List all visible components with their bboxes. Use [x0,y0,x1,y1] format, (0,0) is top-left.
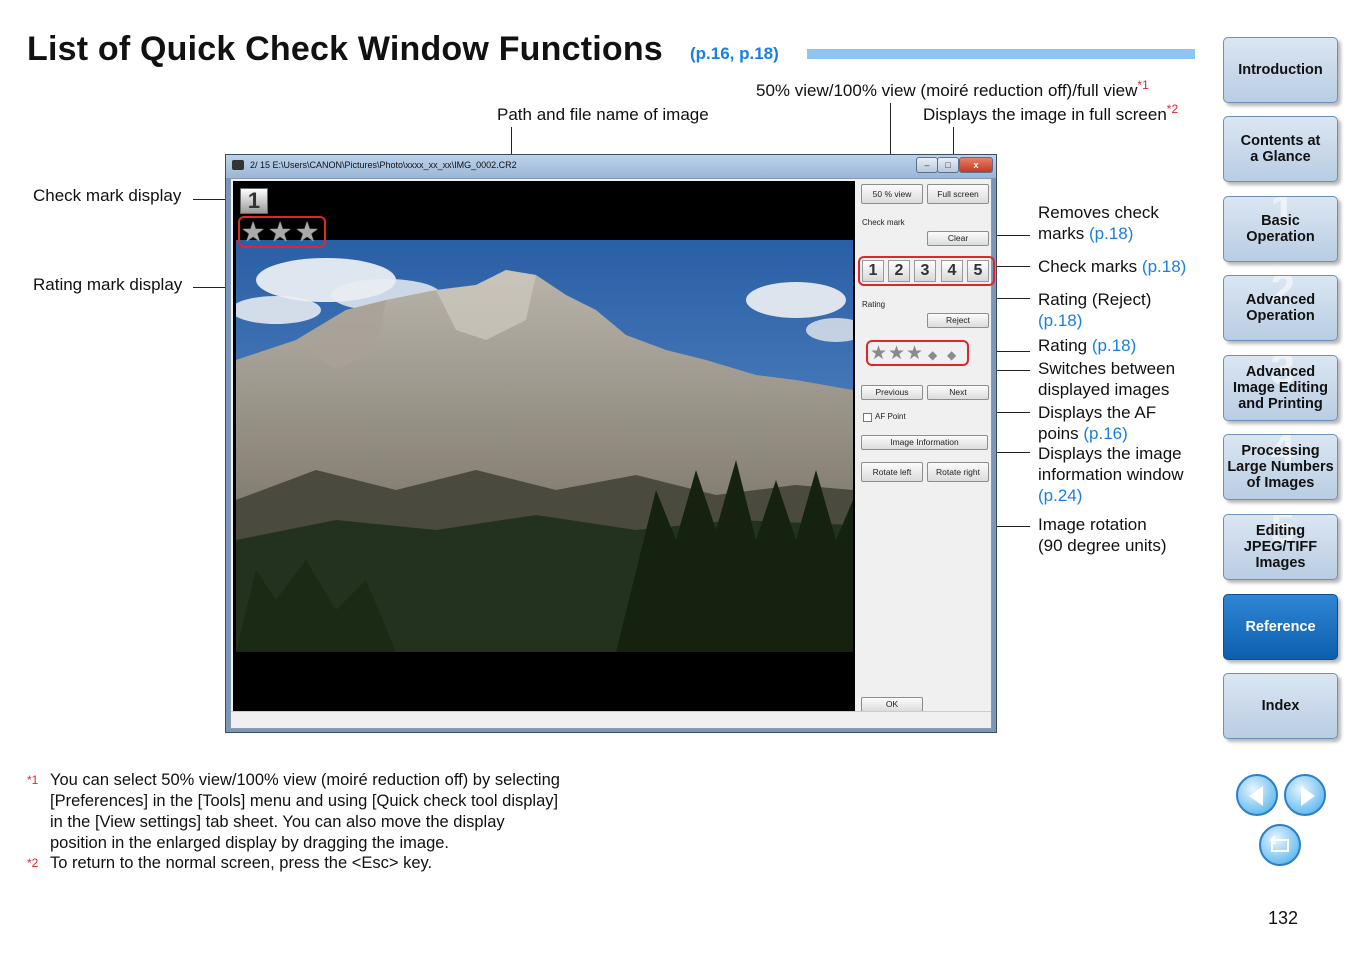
close-button[interactable]: x [959,157,993,173]
rating-star-icon: ★ [295,217,320,247]
view-50-button[interactable]: 50 % view [861,184,923,204]
footnote-2: *2 To return to the normal screen, press… [27,854,433,872]
af-point-checkbox[interactable] [863,413,872,422]
ok-button[interactable]: OK [861,697,923,712]
page-number: 132 [1268,908,1299,928]
next-button[interactable]: Next [927,385,989,400]
control-panel: 50 % view Full screen Check mark Clear 1… [858,181,995,712]
status-bar [231,711,991,728]
rating-star-3-icon[interactable]: ★ [906,344,923,363]
page-title: List of Quick Check Window Functions [27,30,663,68]
callout-check-mark-display: Check mark display [33,186,182,205]
callout-path: Path and file name of image [497,105,709,124]
return-button[interactable] [1259,824,1301,866]
check-mark-1-button[interactable]: 1 [862,260,884,282]
rating-star-2-icon[interactable]: ★ [888,344,905,363]
camera-icon [232,160,244,170]
callout-image-rotation: Image rotation (90 degree units) [1038,515,1167,555]
clear-button[interactable]: Clear [927,231,989,246]
rating-label: Rating [862,300,886,309]
check-mark-4-button[interactable]: 4 [941,260,963,282]
footnote-1: *1 You can select 50% view/100% view (mo… [27,771,560,852]
leader-line [992,266,1030,267]
previous-page-button[interactable] [1236,774,1278,816]
nav-index[interactable]: Index [1223,673,1338,739]
af-point-label: AF Point [875,412,906,421]
rating-star-icon: ★ [241,217,266,247]
nav-processing-large-numbers[interactable]: 4 Processing Large Numbers of Images [1223,434,1338,500]
callout-af-points: Displays the AF poins (p.16) [1038,403,1157,443]
arrow-left-icon [1249,786,1263,806]
photo-mountain-image [236,240,853,652]
rating-star-5-icon[interactable]: ◆ [947,346,956,365]
callout-full-screen: Displays the image in full screen*2 [923,102,1179,124]
check-mark-3-button[interactable]: 3 [914,260,936,282]
full-screen-button[interactable]: Full screen [927,184,989,204]
footnote-2-mark: *2 [27,856,39,870]
footnote-1-mark: *1 [27,773,39,787]
nav-advanced-image-editing[interactable]: 3 Advanced Image Editing and Printing [1223,355,1338,421]
reject-button[interactable]: Reject [927,313,989,328]
maximize-button[interactable]: □ [937,157,959,173]
image-information-button[interactable]: Image Information [861,435,988,450]
title-page-ref-link[interactable]: (p.16, p.18) [690,44,779,64]
nav-basic-operation[interactable]: 1 Basic Operation [1223,196,1338,262]
rotate-right-button[interactable]: Rotate right [927,462,989,482]
nav-reference[interactable]: Reference [1223,594,1338,660]
footnote-ref-1: *1 [1137,78,1149,92]
callout-rating-reject: Rating (Reject) (p.18) [1038,290,1152,331]
quick-check-window: 2/ 15 E:\Users\CANON\Pictures\Photo\xxxx… [225,154,997,733]
window-client-area: 1 ★ ★ ★ 50 % view Full screen Check mark… [230,178,995,729]
image-view-area[interactable]: 1 ★ ★ ★ [233,181,855,711]
rating-star-1-icon[interactable]: ★ [870,344,887,363]
check-mark-buttons: 1 2 3 4 5 [858,256,995,286]
ref-link[interactable]: (p.18) [1089,224,1133,243]
check-mark-label: Check mark [862,218,905,227]
ref-link[interactable]: (p.24) [1038,485,1184,506]
nav-advanced-operation[interactable]: 2 Advanced Operation [1223,275,1338,341]
check-mark-5-button[interactable]: 5 [967,260,989,282]
callout-check-marks: Check marks (p.18) [1038,257,1187,276]
next-page-button[interactable] [1284,774,1326,816]
minimize-button[interactable]: – [916,157,938,173]
check-mark-2-button[interactable]: 2 [888,260,910,282]
return-icon [1269,835,1289,852]
rotate-left-button[interactable]: Rotate left [861,462,923,482]
ref-link[interactable]: (p.18) [1142,257,1186,276]
footnote-ref-2: *2 [1166,102,1179,116]
previous-button[interactable]: Previous [861,385,923,400]
nav-contents-at-a-glance[interactable]: Contents at a Glance [1223,116,1338,182]
ref-link[interactable]: (p.18) [1092,336,1136,355]
ref-link[interactable]: (p.18) [1038,310,1151,331]
title-underline-bar [807,49,1195,59]
callout-rating-mark-display: Rating mark display [33,275,183,294]
arrow-right-icon [1301,786,1315,806]
callout-rating: Rating (p.18) [1038,336,1137,355]
mountain-photo-graphic [236,240,853,652]
ref-link[interactable]: (p.16) [1083,424,1127,443]
rating-star-4-icon[interactable]: ◆ [928,346,937,365]
callout-switches-images: Switches between displayed images [1038,359,1176,399]
window-title-path: 2/ 15 E:\Users\CANON\Pictures\Photo\xxxx… [250,160,517,170]
rating-star-icon: ★ [268,217,293,247]
callout-image-info: Displays the image information window (p… [1038,444,1184,506]
callout-removes-check: Removes check marks (p.18) [1038,203,1159,243]
nav-introduction[interactable]: Introduction [1223,37,1338,103]
nav-editing-jpeg-tiff[interactable]: 5 Editing JPEG/TIFF Images [1223,514,1338,580]
window-title-bar: 2/ 15 E:\Users\CANON\Pictures\Photo\xxxx… [226,155,996,178]
leader-line [511,127,512,157]
callout-view-toggle: 50% view/100% view (moiré reduction off)… [756,78,1149,100]
check-mark-overlay: 1 [240,188,268,214]
